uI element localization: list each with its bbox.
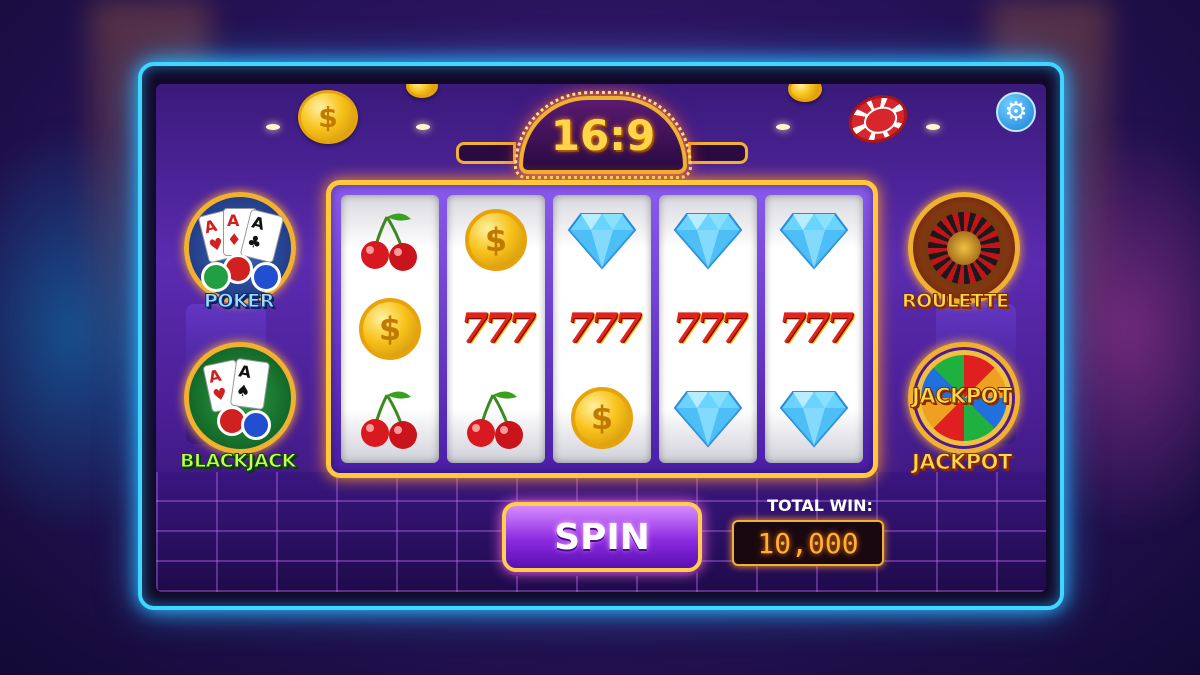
ceiling-light (926, 124, 940, 130)
reel-5: 777 (765, 195, 863, 463)
title-marquee: 16:9 (514, 91, 692, 179)
diamond-icon (562, 200, 642, 280)
lucky-seven-symbol: 777 (456, 289, 536, 369)
seven-text: 777 (566, 305, 641, 353)
poker-game-button[interactable]: A ♥ A ♦ A ♣ (184, 192, 296, 304)
game-window-frame: $ 16:9 ⚙ A ♥ A ♦ A ♣ POKER A ♥ A ♠ BLACK… (138, 62, 1064, 610)
settings-button[interactable]: ⚙ (996, 92, 1036, 132)
poker-cards-icon: A ♥ A ♦ A ♣ (195, 208, 285, 292)
jackpot-label: JACKPOT (912, 450, 1013, 475)
cherry-icon (456, 378, 536, 458)
cherry-icon (350, 200, 430, 280)
lucky-seven-symbol: 777 (668, 289, 748, 369)
blackjack-label: BLACKJACK (180, 450, 297, 473)
total-win-display: 10,000 (732, 520, 884, 566)
jackpot-wheel-text: JACKPOT (912, 384, 1013, 409)
spin-button[interactable]: SPIN (502, 502, 702, 572)
floating-coin-icon: $ (298, 90, 358, 144)
coin-symbol: $ (571, 387, 633, 450)
seven-text: 777 (778, 305, 853, 353)
coin-symbol: $ (465, 208, 527, 271)
ceiling-light (776, 124, 790, 130)
total-win-label: TOTAL WIN: (767, 496, 873, 515)
total-win-value: 10,000 (757, 526, 859, 560)
cherry-icon (350, 378, 430, 458)
diamond-icon (668, 378, 748, 458)
ceiling-light (266, 124, 280, 130)
diamond-icon (774, 200, 854, 280)
diamond-icon (774, 378, 854, 458)
marquee-wing-right (688, 142, 748, 164)
floating-coin-icon (788, 84, 822, 102)
casino-chip-icon (841, 87, 915, 151)
gold-coin-icon: $ (456, 200, 536, 280)
reel-2: $777 (447, 195, 545, 463)
roulette-game-button[interactable] (908, 192, 1020, 304)
blackjack-cards-icon: A ♥ A ♠ (195, 357, 285, 440)
roulette-label: ROULETTE (902, 290, 1010, 313)
slot-reels: $ $777 777 $777 777 (326, 180, 878, 478)
seven-text: 777 (460, 305, 535, 353)
marquee-bulbs (514, 91, 692, 179)
blackjack-game-button[interactable]: A ♥ A ♠ (184, 342, 296, 454)
casino-scene: $ 16:9 ⚙ A ♥ A ♦ A ♣ POKER A ♥ A ♠ BLACK… (156, 84, 1046, 592)
lucky-seven-symbol: 777 (562, 289, 642, 369)
floating-coin-icon (406, 84, 438, 98)
lucky-seven-symbol: 777 (774, 289, 854, 369)
coin-symbol: $ (359, 297, 421, 360)
gear-icon: ⚙ (1004, 97, 1028, 127)
seven-text: 777 (672, 305, 747, 353)
gold-coin-icon: $ (350, 289, 430, 369)
reel-3: 777 $ (553, 195, 651, 463)
marquee-wing-left (456, 142, 516, 164)
roulette-wheel-icon (922, 206, 1006, 290)
ceiling-light (416, 124, 430, 130)
diamond-icon (668, 200, 748, 280)
reel-1: $ (341, 195, 439, 463)
poker-label: POKER (204, 290, 275, 313)
gold-coin-icon: $ (562, 378, 642, 458)
reel-4: 777 (659, 195, 757, 463)
